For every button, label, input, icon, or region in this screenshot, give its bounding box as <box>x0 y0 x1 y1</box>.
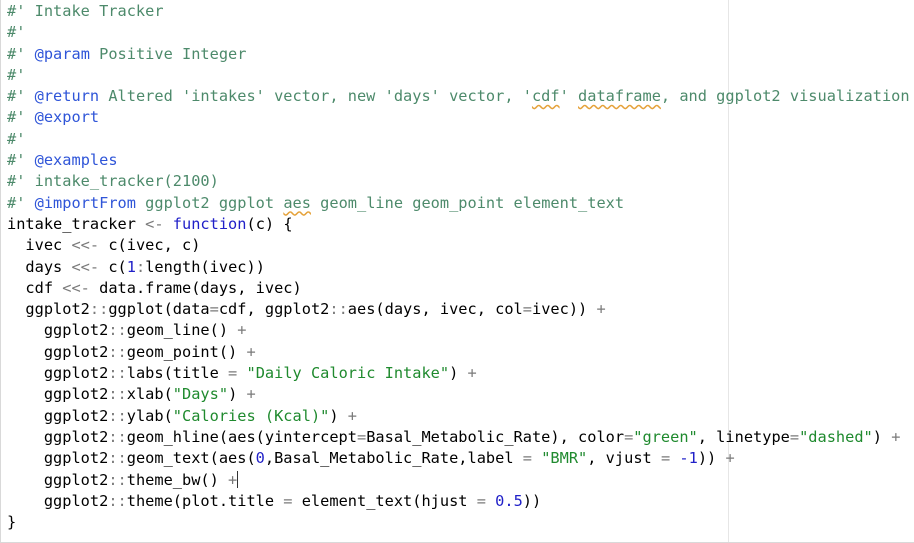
code-line[interactable]: ggplot2::geom_point() + <box>7 342 910 363</box>
code-line[interactable]: ggplot2::ylab("Calories (Kcal)") + <box>7 406 910 427</box>
spellcheck-word[interactable]: dataframe <box>578 87 661 105</box>
code-line[interactable]: ggplot2::labs(title = "Daily Caloric Int… <box>7 363 910 384</box>
code-line[interactable]: cdf <<- data.frame(days, ivec) <box>7 278 910 299</box>
text-cursor <box>237 470 239 488</box>
code-line[interactable]: #' @param Positive Integer <box>7 44 910 65</box>
spellcheck-word[interactable]: aes <box>283 194 311 212</box>
code-line[interactable]: #' @examples <box>7 150 910 171</box>
code-line[interactable]: #' @importFrom ggplot2 ggplot aes geom_l… <box>7 193 910 214</box>
spellcheck-word[interactable]: cdf <box>532 87 560 105</box>
code-line[interactable]: intake_tracker <- function(c) { <box>7 214 910 235</box>
code-line[interactable]: #' Intake Tracker <box>7 1 910 22</box>
code-line[interactable]: #' intake_tracker(2100) <box>7 171 910 192</box>
code-line[interactable]: #' @export <box>7 107 910 128</box>
code-line[interactable]: } <box>7 512 910 533</box>
code-line[interactable]: ggplot2::geom_text(aes(0,Basal_Metabolic… <box>7 448 910 469</box>
code-line[interactable]: ggplot2::geom_hline(aes(yintercept=Basal… <box>7 427 910 448</box>
code-editor[interactable]: #' Intake Tracker #' #' @param Positive In… <box>0 0 914 543</box>
code-area[interactable]: #' Intake Tracker #' #' @param Positive In… <box>7 1 910 533</box>
code-line[interactable]: ggplot2::theme_bw() + <box>7 470 910 491</box>
code-line[interactable]: #' @return Altered 'intakes' vector, new… <box>7 86 910 107</box>
code-line[interactable]: ggplot2::ggplot(data=cdf, ggplot2::aes(d… <box>7 299 910 320</box>
code-line[interactable]: #' <box>7 22 910 43</box>
code-line[interactable]: ivec <<- c(ivec, c) <box>7 235 910 256</box>
code-line[interactable]: ggplot2::geom_line() + <box>7 320 910 341</box>
code-line[interactable]: days <<- c(1:length(ivec)) <box>7 257 910 278</box>
code-line[interactable]: ggplot2::theme(plot.title = element_text… <box>7 491 910 512</box>
code-line[interactable]: #' <box>7 129 910 150</box>
code-line[interactable]: ggplot2::xlab("Days") + <box>7 384 910 405</box>
code-line[interactable]: #' <box>7 65 910 86</box>
